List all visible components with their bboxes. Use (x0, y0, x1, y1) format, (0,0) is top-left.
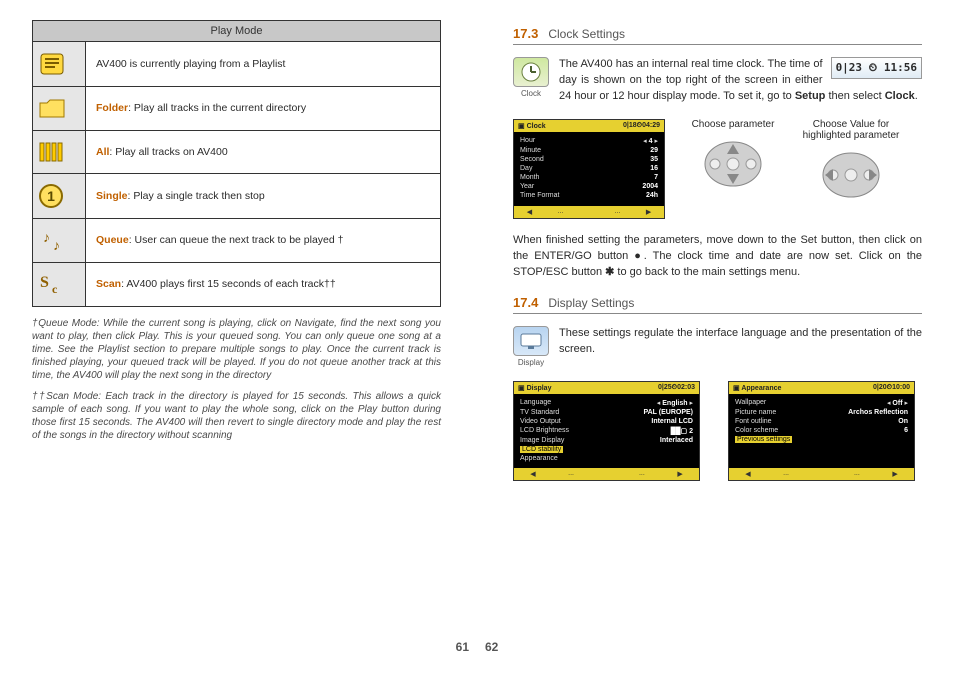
queue-icon: ♪♪ (33, 219, 86, 263)
clock-app-icon: Clock (513, 57, 549, 105)
joypad-param: Choose parameter (683, 119, 783, 194)
play-mode-header: Play Mode (33, 21, 441, 42)
queue-footnote: †Queue Mode: While the current song is p… (32, 317, 441, 382)
clock-finish-text: When finished setting the parameters, mo… (513, 233, 922, 281)
playlist-desc: AV400 is currently playing from a Playli… (86, 42, 441, 87)
section-17-3: 17.3 Clock Settings (513, 26, 922, 45)
clock-intro-text: 0|23 ⏲ 11:56 The AV400 has an internal r… (559, 57, 922, 105)
svg-text:c: c (52, 282, 58, 296)
folder-icon (33, 87, 86, 131)
joypad-value: Choose Value for highlighted parameter (801, 119, 901, 205)
play-mode-table: Play Mode AV400 is currently playing fro… (32, 20, 441, 307)
appearance-settings-screenshot: ▣ Appearance0|20⏲10:00 Wallpaper◂ Off ▸P… (728, 381, 915, 481)
queue-desc: Queue: User can queue the next track to … (86, 219, 441, 263)
svg-text:♪: ♪ (43, 229, 50, 245)
right-page: 17.3 Clock Settings Clock 0|23 ⏲ 11:56 T… (477, 0, 954, 640)
all-desc: All: Play all tracks on AV400 (86, 130, 441, 174)
left-page: Play Mode AV400 is currently playing fro… (0, 0, 477, 640)
svg-text:♪: ♪ (53, 237, 60, 253)
display-app-icon: Display (513, 326, 549, 367)
page-numbers: 6162 (0, 640, 954, 654)
all-icon (33, 130, 86, 174)
single-desc: Single: Play a single track then stop (86, 174, 441, 219)
folder-desc: Folder: Play all tracks in the current d… (86, 87, 441, 131)
scan-footnote: ††Scan Mode: Each track in the directory… (32, 390, 441, 442)
clock-readout: 0|23 ⏲ 11:56 (831, 57, 922, 79)
svg-text:S: S (40, 274, 49, 291)
single-icon: 1 (33, 174, 86, 219)
svg-text:1: 1 (47, 188, 55, 204)
section-17-4: 17.4 Display Settings (513, 295, 922, 314)
scan-desc: Scan: AV400 plays first 15 seconds of ea… (86, 263, 441, 307)
scan-icon: Sc (33, 263, 86, 307)
clock-settings-screenshot: ▣ Clock0|18⏲04:29 Hour◂ 4 ▸Minute 29 Sec… (513, 119, 665, 219)
display-intro-text: These settings regulate the interface la… (559, 326, 922, 367)
playlist-icon (33, 42, 86, 87)
display-settings-screenshot: ▣ Display0|25⏲02:03 Language◂ English ▸T… (513, 381, 700, 481)
